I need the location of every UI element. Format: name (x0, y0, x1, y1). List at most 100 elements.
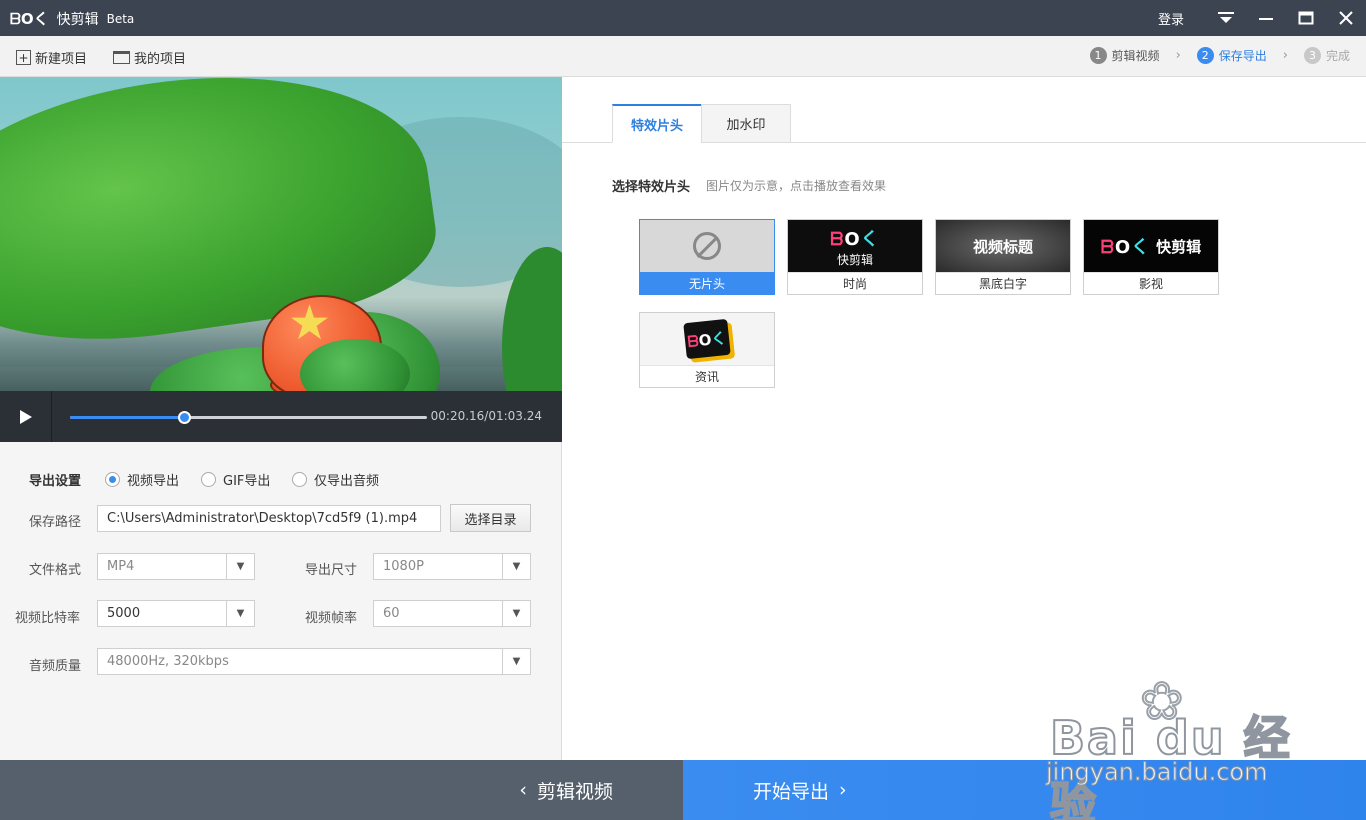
step-indicator: 1 剪辑视频 › 2 保存导出 › 3 完成 (1089, 47, 1350, 64)
template-caption: 资讯 (640, 365, 774, 387)
close-icon[interactable] (1326, 0, 1366, 36)
template-black-white[interactable]: 视频标题 黑底白字 (935, 219, 1071, 295)
logo-mark: ᗷOく (10, 10, 49, 28)
step-number: 3 (1303, 47, 1321, 64)
choose-directory-button[interactable]: 选择目录 (450, 504, 531, 532)
file-format-value: MP4 (107, 559, 135, 574)
new-project-label: 新建项目 (35, 52, 88, 67)
video-fps-label: 视频帧率 (305, 611, 358, 626)
chevron-down-icon: ▼ (226, 601, 254, 626)
radio-label: 仅导出音频 (314, 474, 380, 489)
minimize-icon[interactable] (1246, 0, 1286, 36)
template-thumbnail: ᗷOく 快剪辑 (1084, 220, 1218, 272)
progress-fill (70, 416, 185, 419)
radio-button (105, 472, 120, 487)
beta-badge: Beta (106, 11, 135, 26)
plus-icon: + (16, 50, 31, 65)
chevron-down-icon: ▼ (226, 554, 254, 579)
progress-handle[interactable] (178, 411, 192, 424)
brand-logo-icon: ᗷOく (683, 318, 731, 360)
video-bitrate-select[interactable]: 5000 ▼ (97, 600, 255, 627)
chevron-down-icon: ▼ (502, 554, 530, 579)
audio-quality-label: 音频质量 (29, 659, 82, 674)
player-controls: 00:20.16/01:03.24 (0, 391, 562, 442)
audio-quality-select[interactable]: 48000Hz, 320kbps ▼ (97, 648, 531, 675)
radio-button (292, 472, 307, 487)
maximize-icon[interactable] (1286, 0, 1326, 36)
menu-dropdown-icon[interactable] (1206, 0, 1246, 36)
my-projects-label: 我的项目 (134, 52, 187, 67)
export-settings-label: 导出设置 (29, 474, 82, 489)
progress-slider[interactable] (70, 411, 427, 424)
template-caption: 无片头 (640, 272, 774, 294)
chevron-right-icon: › (1282, 48, 1288, 63)
star-icon: ★ (288, 295, 332, 351)
play-button[interactable] (0, 391, 52, 442)
radio-label: 视频导出 (127, 474, 180, 489)
start-export-button[interactable]: 开始导出 › (683, 760, 1366, 820)
export-settings: 导出设置 视频导出 GIF导出 仅导出音频 保存路径 C:\Users\Admi… (0, 442, 562, 760)
thumbnail-text: 快剪辑 (836, 252, 873, 267)
video-preview[interactable]: ★ (0, 77, 562, 391)
back-to-edit-button[interactable]: ‹ 剪辑视频 (0, 760, 683, 820)
chevron-right-icon: › (1175, 48, 1181, 63)
toolbar: + 新建项目 我的项目 1 剪辑视频 › 2 保存导出 › 3 完成 (0, 36, 1366, 77)
my-projects-button[interactable]: 我的项目 (113, 48, 186, 67)
app-logo: ᗷOく 快剪辑 Beta (10, 8, 134, 29)
login-link[interactable]: 登录 (1158, 9, 1184, 28)
video-bitrate-label: 视频比特率 (15, 611, 81, 626)
title-bar: ᗷOく 快剪辑 Beta 登录 (0, 0, 1366, 36)
template-caption: 影视 (1084, 272, 1218, 294)
chevron-down-icon: ▼ (502, 601, 530, 626)
tab-watermark[interactable]: 加水印 (701, 104, 791, 143)
step-done: 3 完成 (1303, 47, 1350, 64)
step-number: 2 (1196, 47, 1214, 64)
new-project-button[interactable]: + 新建项目 (16, 48, 87, 67)
section-title: 选择特效片头 (612, 180, 691, 195)
video-bitrate-value: 5000 (107, 606, 141, 621)
video-fps-value: 60 (383, 606, 400, 621)
export-size-label: 导出尺寸 (305, 563, 358, 578)
brand-logo-icon: ᗷOく (1100, 237, 1151, 258)
template-thumbnail: 视频标题 (936, 220, 1070, 272)
section-hint: 图片仅为示意，点击播放查看效果 (706, 179, 887, 193)
template-fashion[interactable]: ᗷOく 快剪辑 时尚 (787, 219, 923, 295)
back-label: 剪辑视频 (536, 780, 613, 803)
audio-quality-value: 48000Hz, 320kbps (107, 654, 229, 669)
template-none[interactable]: 无片头 (639, 219, 775, 295)
template-caption: 时尚 (788, 272, 922, 294)
template-news[interactable]: ᗷOく 资讯 (639, 312, 775, 388)
save-path-input[interactable]: C:\Users\Administrator\Desktop\7cd5f9 (1… (97, 505, 441, 532)
radio-video-export[interactable]: 视频导出 (105, 470, 179, 489)
export-size-select[interactable]: 1080P ▼ (373, 553, 531, 580)
file-format-select[interactable]: MP4 ▼ (97, 553, 255, 580)
thumbnail-text: 快剪辑 (1156, 237, 1202, 256)
thumbnail-text: 视频标题 (972, 237, 1033, 256)
chevron-right-icon: › (839, 779, 847, 801)
step-edit: 1 剪辑视频 (1089, 47, 1160, 64)
template-thumbnail: ᗷOく (640, 313, 774, 365)
play-icon (19, 409, 32, 424)
template-film[interactable]: ᗷOく 快剪辑 影视 (1083, 219, 1219, 295)
step-label: 完成 (1325, 49, 1350, 63)
chevron-left-icon: ‹ (519, 779, 527, 801)
template-thumbnail: ᗷOく 快剪辑 (788, 220, 922, 272)
export-size-value: 1080P (383, 559, 424, 574)
timecode: 00:20.16/01:03.24 (430, 409, 542, 423)
radio-label: GIF导出 (223, 474, 271, 489)
file-format-label: 文件格式 (29, 563, 82, 578)
video-fps-select[interactable]: 60 ▼ (373, 600, 531, 627)
radio-gif-export[interactable]: GIF导出 (201, 470, 270, 489)
template-thumbnail (640, 220, 774, 272)
export-label: 开始导出 (753, 780, 830, 803)
app-name: 快剪辑 (56, 11, 99, 28)
tab-intro-effects[interactable]: 特效片头 (612, 104, 702, 143)
window-controls: 登录 (1158, 0, 1366, 36)
save-path-label: 保存路径 (29, 515, 82, 530)
step-export: 2 保存导出 (1196, 47, 1267, 64)
step-number: 1 (1089, 47, 1107, 64)
template-caption: 黑底白字 (936, 272, 1070, 294)
step-label: 剪辑视频 (1111, 49, 1160, 63)
radio-button (201, 472, 216, 487)
radio-audio-export[interactable]: 仅导出音频 (292, 470, 379, 489)
